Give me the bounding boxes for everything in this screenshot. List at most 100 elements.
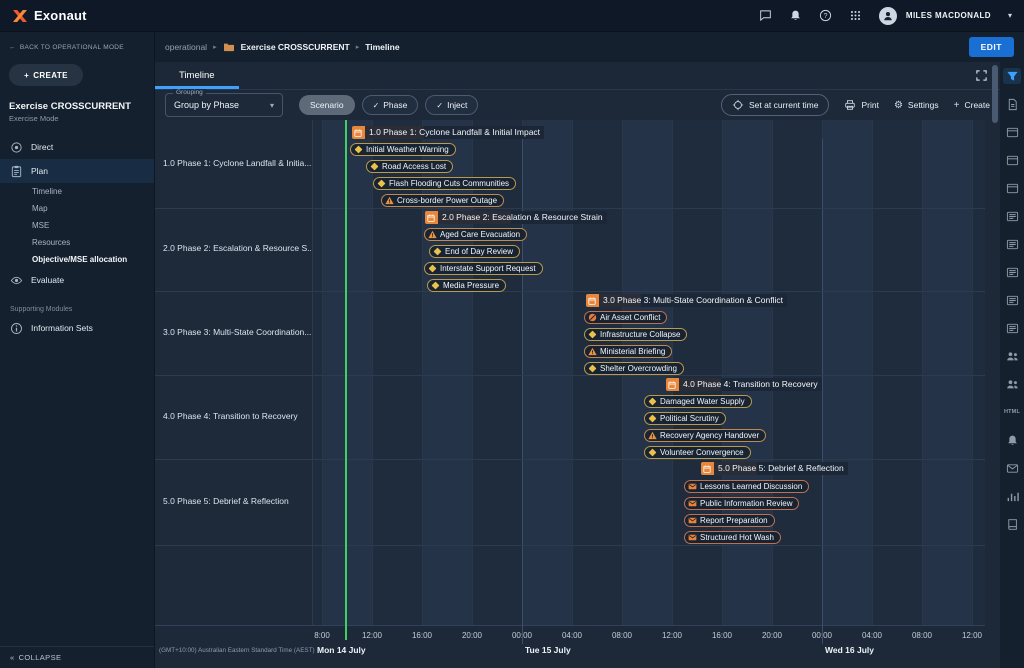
timeline-grid[interactable]: 1.0 Phase 1: Cyclone Landfall & Initial … — [313, 120, 985, 625]
sidebar-item-map[interactable]: Map — [0, 200, 154, 217]
inject-pill[interactable]: Aged Care Evacuation — [424, 228, 527, 241]
create-inject-button[interactable]: + Create — [954, 100, 990, 111]
day-separator-line — [522, 139, 523, 644]
settings-button[interactable]: ⚙ Settings — [894, 100, 939, 111]
chip-inject[interactable]: ✓Inject — [425, 95, 478, 115]
timezone-note: (GMT+10:00) Australian Eastern Standard … — [159, 647, 315, 654]
inject-pill[interactable]: Media Pressure — [427, 279, 506, 292]
list-icon-1[interactable] — [1003, 208, 1021, 224]
row-separator — [155, 375, 985, 376]
chip-label: Inject — [447, 100, 467, 110]
phase-bar[interactable] — [666, 378, 721, 391]
create-label: CREATE — [33, 71, 68, 80]
mail-icon[interactable] — [1003, 460, 1021, 476]
grouping-select[interactable]: Grouping Group by Phase ▾ — [165, 93, 283, 117]
notifications-icon[interactable] — [789, 9, 802, 22]
filter-icon[interactable] — [1003, 68, 1021, 84]
sidebar-item-plan[interactable]: Plan — [0, 159, 154, 183]
right-icon-rail: HTML — [1000, 62, 1024, 668]
back-to-operational-mode-link[interactable]: ← BACK TO OPERATIONAL MODE — [0, 32, 154, 51]
inject-pill[interactable]: End of Day Review — [429, 245, 520, 258]
html-icon[interactable]: HTML — [1003, 404, 1021, 420]
inject-pill[interactable]: Initial Weather Warning — [350, 143, 456, 156]
hour-gridline — [322, 120, 323, 625]
list-icon-2[interactable] — [1003, 236, 1021, 252]
bell-icon[interactable] — [1003, 432, 1021, 448]
phase-bar[interactable] — [352, 126, 424, 139]
inject-pill[interactable]: Road Access Lost — [366, 160, 453, 173]
chip-scenario[interactable]: Scenario — [299, 95, 355, 115]
calendar-icon — [588, 297, 596, 305]
collapse-sidebar-button[interactable]: « COLLAPSE — [0, 646, 154, 668]
inject-pill[interactable]: Cross-border Power Outage — [381, 194, 504, 207]
warning-triangle-icon — [428, 230, 437, 239]
sidebar-item-objective-mse-allocation[interactable]: Objective/MSE allocation — [0, 251, 154, 268]
edit-button[interactable]: EDIT — [969, 37, 1014, 57]
apps-grid-icon[interactable] — [849, 9, 862, 22]
brand[interactable]: Exonaut — [12, 8, 87, 23]
inject-pill[interactable]: Recovery Agency Handover — [644, 429, 766, 442]
card-icon-2[interactable] — [1003, 152, 1021, 168]
people-icon-2[interactable] — [1003, 376, 1021, 392]
axis-day-label: Wed 16 July — [825, 645, 874, 655]
avatar[interactable] — [879, 7, 897, 25]
chip-label: Scenario — [310, 100, 344, 110]
inject-label: Infrastructure Collapse — [600, 330, 680, 339]
crosshair-icon — [732, 99, 744, 111]
inject-pill[interactable]: Report Preparation — [684, 514, 775, 527]
breadcrumb-root[interactable]: operational — [165, 42, 207, 52]
print-button[interactable]: Print — [844, 99, 878, 111]
phase-bar[interactable] — [586, 294, 641, 307]
inject-pill[interactable]: Ministerial Briefing — [584, 345, 672, 358]
inject-pill[interactable]: Political Scrutiny — [644, 412, 726, 425]
inject-pill[interactable]: Shelter Overcrowding — [584, 362, 684, 375]
inject-pill[interactable]: Damaged Water Supply — [644, 395, 752, 408]
list-icon-5[interactable] — [1003, 320, 1021, 336]
sidebar-item-information-sets[interactable]: Information Sets — [0, 316, 154, 340]
chevron-down-icon[interactable]: ▾ — [1008, 11, 1012, 20]
document-icon — [1006, 98, 1019, 111]
inject-pill[interactable]: Infrastructure Collapse — [584, 328, 687, 341]
phase-bar[interactable] — [701, 462, 757, 475]
sidebar-item-resources[interactable]: Resources — [0, 234, 154, 251]
inject-label: Recovery Agency Handover — [660, 431, 759, 440]
inject-pill[interactable]: Air Asset Conflict — [584, 311, 667, 324]
clipboard-icon — [10, 165, 23, 178]
document-icon[interactable] — [1003, 96, 1021, 112]
inject-pill[interactable]: Lessons Learned Discussion — [684, 480, 809, 493]
evaluate-label: Evaluate — [31, 275, 64, 285]
help-icon[interactable]: ? — [819, 9, 832, 22]
vertical-scrollbar[interactable] — [992, 65, 998, 123]
inject-pill[interactable]: Interstate Support Request — [424, 262, 543, 275]
chart-icon[interactable] — [1003, 488, 1021, 504]
settings-label: Settings — [908, 100, 939, 110]
people-icon-1[interactable] — [1003, 348, 1021, 364]
inject-pill[interactable]: Public Information Review — [684, 497, 799, 510]
inject-pill[interactable]: Flash Flooding Cuts Communities — [373, 177, 516, 190]
card-icon-1[interactable] — [1003, 124, 1021, 140]
set-at-current-time-button[interactable]: Set at current time — [721, 94, 829, 116]
chat-icon[interactable] — [759, 9, 772, 22]
sidebar-item-mse[interactable]: MSE — [0, 217, 154, 234]
inject-label: Damaged Water Supply — [660, 397, 745, 406]
chip-phase[interactable]: ✓Phase — [362, 95, 419, 115]
phase-bar[interactable] — [425, 211, 511, 224]
inject-label: Initial Weather Warning — [366, 145, 449, 154]
sidebar-item-evaluate[interactable]: Evaluate — [0, 268, 154, 292]
breadcrumb-separator-icon: ▸ — [213, 43, 217, 51]
create-button[interactable]: + CREATE — [9, 64, 83, 86]
inject-pill[interactable]: Volunteer Convergence — [644, 446, 751, 459]
hour-gridline — [772, 120, 773, 625]
card-icon-3[interactable] — [1003, 180, 1021, 196]
tab-timeline[interactable]: Timeline — [155, 62, 239, 89]
list-icon-4[interactable] — [1003, 292, 1021, 308]
list-icon-3[interactable] — [1003, 264, 1021, 280]
book-icon[interactable] — [1003, 516, 1021, 532]
user-menu[interactable]: MILES MACDONALD — [906, 11, 991, 20]
grid-band — [872, 120, 922, 625]
sidebar-item-timeline[interactable]: Timeline — [0, 183, 154, 200]
breadcrumb-exercise[interactable]: Exercise CROSSCURRENT — [241, 42, 350, 52]
inject-pill[interactable]: Structured Hot Wash — [684, 531, 781, 544]
fullscreen-icon[interactable] — [975, 69, 988, 82]
sidebar-item-direct[interactable]: Direct — [0, 135, 154, 159]
